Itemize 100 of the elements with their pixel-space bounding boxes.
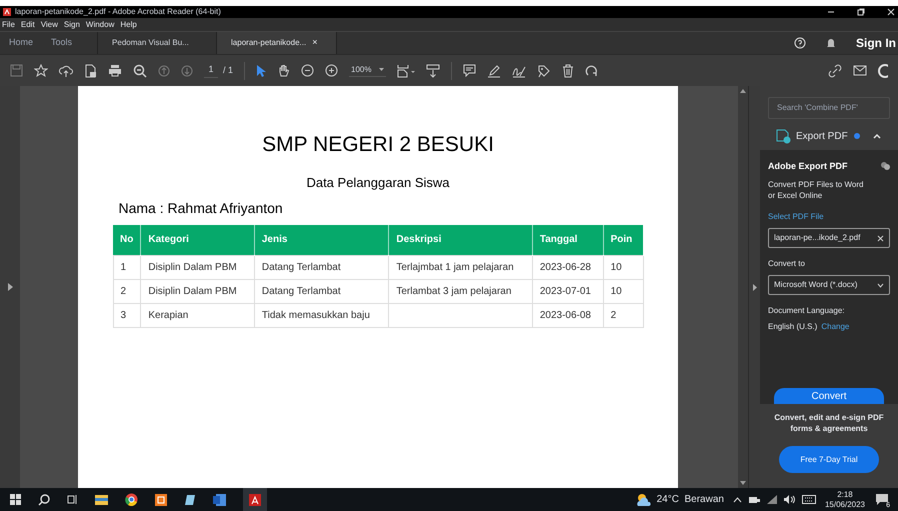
link-icon[interactable] — [828, 64, 842, 78]
menu-item[interactable]: Help — [120, 18, 137, 30]
caret-icon — [379, 68, 384, 72]
page-down-icon[interactable] — [181, 64, 193, 76]
search-icon[interactable] — [38, 494, 50, 506]
table-cell: 10 — [603, 279, 643, 303]
save-icon[interactable] — [10, 64, 23, 77]
folder-icon[interactable] — [95, 494, 108, 505]
help-icon[interactable] — [794, 37, 806, 49]
zoom-out-search-icon[interactable] — [133, 64, 147, 78]
window-title: laporan-petanikode_2.pdf - Adobe Acrobat Reader (64-bit) — [15, 8, 221, 16]
convert-button[interactable]: Convert — [774, 388, 884, 404]
menu-item[interactable]: File — [2, 18, 15, 30]
page-up-icon[interactable] — [158, 64, 170, 76]
weather-text[interactable]: 24°C Berawan — [656, 492, 724, 507]
free-trial-button[interactable]: Free 7-Day Trial — [779, 446, 879, 473]
zoom-out-icon[interactable] — [301, 64, 314, 77]
search-field[interactable]: Search 'Combine PDF' — [768, 96, 890, 118]
chevron-down-icon — [877, 282, 884, 288]
browser-icon[interactable] — [125, 493, 138, 506]
restore-icon[interactable] — [857, 8, 865, 16]
rotate-icon[interactable] — [585, 64, 598, 77]
table-cell: 2023-07-01 — [532, 279, 604, 303]
table-cell: Terlajmbat 1 jam pelajaran — [388, 255, 532, 279]
clear-icon[interactable] — [877, 234, 884, 242]
expand-panel-icon[interactable] — [8, 283, 12, 291]
acrobat-icon — [249, 494, 261, 506]
sign-in-button[interactable]: Sign In — [856, 34, 896, 52]
cloud-upload-icon[interactable] — [59, 64, 73, 78]
table-cell: 2023-06-08 — [532, 303, 604, 327]
bell-icon[interactable] — [826, 37, 836, 49]
column-header: Kategori — [140, 225, 254, 255]
scroll-mode-icon[interactable] — [426, 64, 440, 78]
scroll-down-icon[interactable] — [740, 481, 746, 485]
file-field[interactable]: laporan-pe...ikode_2.pdf — [768, 228, 890, 248]
mail-icon[interactable] — [853, 65, 867, 76]
collapse-panel-icon[interactable] — [752, 284, 756, 290]
document-lock-icon[interactable] — [84, 64, 97, 78]
table-cell: 2023-06-28 — [532, 255, 604, 279]
table-cell: 2 — [603, 303, 643, 327]
document-tab[interactable]: laporan-petanikode... × — [217, 32, 338, 54]
menu-item[interactable]: Sign — [64, 18, 80, 30]
tag-icon[interactable] — [537, 64, 552, 78]
document-tab[interactable]: Pedoman Visual Bu... — [97, 32, 218, 54]
acrobat-taskbar-button[interactable] — [243, 488, 267, 511]
table-cell: 2 — [113, 279, 141, 303]
page-total: / 1 — [223, 64, 234, 77]
server-app-icon[interactable] — [155, 494, 167, 506]
nav-tab[interactable]: Tools — [42, 32, 82, 54]
menu-item[interactable]: View — [40, 18, 58, 30]
notification-icon[interactable] — [876, 494, 888, 505]
expand-toggle[interactable] — [872, 133, 881, 139]
menu-item[interactable]: Edit — [20, 18, 35, 30]
pen-icon[interactable] — [487, 64, 502, 78]
trash-icon[interactable] — [562, 64, 574, 78]
chevron-up-icon[interactable] — [732, 496, 742, 502]
change-link[interactable]: Change — [821, 321, 850, 333]
star-icon[interactable] — [34, 64, 48, 78]
language-label: Document Language: — [768, 305, 846, 317]
cursor-icon[interactable] — [256, 64, 266, 78]
menu-item[interactable]: Window — [86, 18, 114, 30]
new-badge — [854, 133, 860, 139]
clock-date[interactable]: 15/06/2023 — [824, 500, 865, 508]
notepad-icon[interactable] — [184, 494, 196, 506]
volume-icon[interactable] — [784, 495, 795, 504]
document-subtitle: Data Pelanggaran Siswa — [306, 174, 450, 192]
table-cell: 1 — [113, 255, 141, 279]
close-tab-button[interactable]: × — [312, 36, 318, 50]
keyboard-icon[interactable] — [802, 495, 816, 504]
scroll-up-icon[interactable] — [740, 89, 746, 93]
panel-description: Convert PDF Files to Word or Excel Online — [768, 179, 864, 201]
zoom-dropdown[interactable]: 100% — [349, 64, 386, 77]
fit-page-icon[interactable] — [397, 64, 416, 78]
export-pdf-icon — [776, 128, 791, 144]
page-number-field[interactable]: 1 — [204, 63, 218, 78]
print-icon[interactable] — [108, 64, 122, 77]
language-value: English (U.S.) — [768, 321, 818, 333]
nav-tab[interactable]: Home — [0, 32, 42, 54]
select-file-link[interactable]: Select PDF File — [768, 211, 890, 223]
wifi-icon[interactable] — [766, 495, 777, 504]
student-name: Nama : Rahmat Afriyanton — [118, 199, 284, 218]
table-cell: Terlambat 3 jam pelajaran — [388, 279, 532, 303]
table-cell: Kerapian — [140, 303, 254, 327]
clock-time[interactable]: 2:18 — [837, 490, 853, 498]
promo-text: Convert, edit and e-sign PDF forms & agreements — [773, 412, 885, 434]
table-cell: 10 — [603, 255, 643, 279]
zoom-in-icon[interactable] — [325, 64, 338, 77]
tool-title[interactable]: Export PDF — [796, 128, 848, 144]
word-icon[interactable] — [213, 494, 226, 506]
close-icon[interactable] — [887, 8, 895, 16]
column-header: Deskripsi — [388, 225, 532, 255]
account-icon[interactable] — [878, 64, 888, 78]
comment-icon[interactable] — [463, 64, 476, 77]
start-icon[interactable] — [10, 494, 21, 505]
format-dropdown[interactable]: Microsoft Word (*.docx) — [768, 275, 890, 295]
column-header: No — [113, 225, 141, 255]
network-icon[interactable] — [748, 495, 760, 504]
task-view-icon[interactable] — [67, 494, 78, 505]
table-cell: Datang Terlambat — [254, 279, 389, 303]
hand-icon[interactable] — [277, 64, 290, 78]
